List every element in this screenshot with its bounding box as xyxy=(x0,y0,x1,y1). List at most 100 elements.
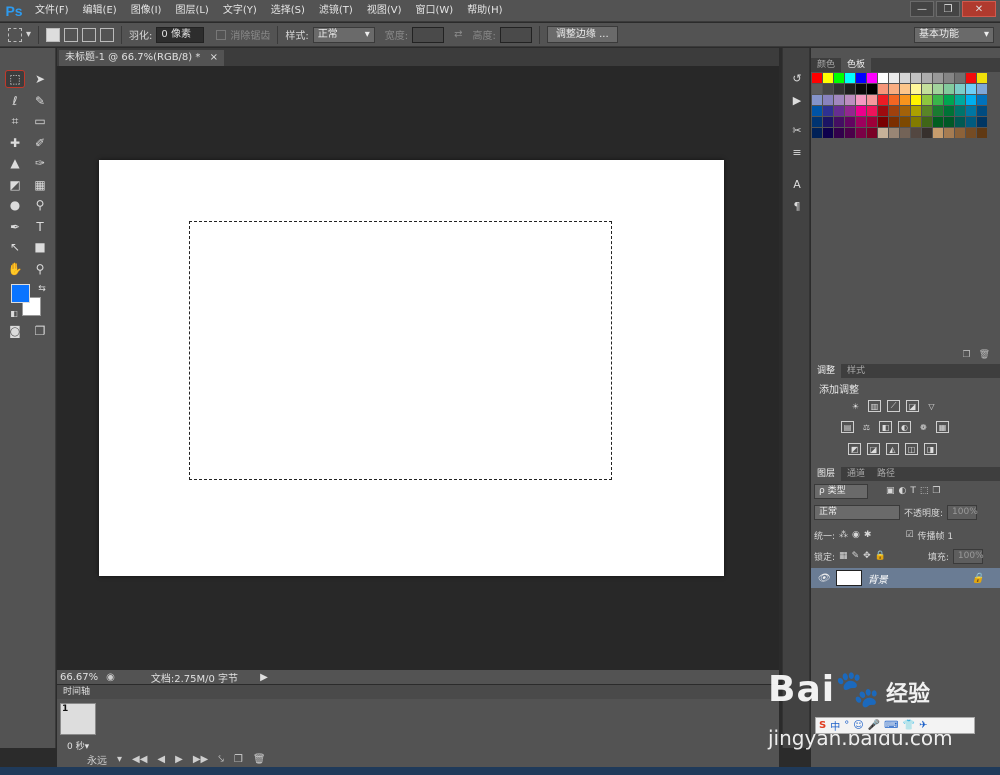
character-icon[interactable]: A xyxy=(787,176,807,192)
color-swatch[interactable] xyxy=(900,95,910,105)
menu-view[interactable]: 视图(V) xyxy=(360,0,409,22)
color-swatch[interactable] xyxy=(856,84,866,94)
color-swatch[interactable] xyxy=(900,106,910,116)
color-swatch[interactable] xyxy=(944,128,954,138)
propagate-checkbox[interactable]: ☑ xyxy=(905,530,913,540)
filter-pixel-icon[interactable]: ▣ xyxy=(886,486,895,496)
color-swatch[interactable] xyxy=(911,73,921,83)
color-swatch[interactable] xyxy=(900,84,910,94)
color-swatch[interactable] xyxy=(966,128,976,138)
color-swatch[interactable] xyxy=(812,117,822,127)
photo-filter-icon[interactable]: ◐ xyxy=(898,421,911,433)
canvas-area[interactable] xyxy=(57,66,779,670)
ime-mic-icon[interactable]: 🎤 xyxy=(868,720,880,731)
gradient-tool-icon[interactable]: ▦ xyxy=(30,176,50,194)
screen-mode-icon[interactable]: ❐ xyxy=(30,322,50,340)
lock-transparent-icon[interactable]: ▦ xyxy=(839,551,848,561)
color-swatch[interactable] xyxy=(977,128,987,138)
type-tool-icon[interactable]: T xyxy=(30,218,50,236)
swap-dimensions-icon[interactable]: ⇄ xyxy=(454,29,462,40)
exposure-icon[interactable]: ◪ xyxy=(906,400,919,412)
menu-image[interactable]: 图像(I) xyxy=(124,0,169,22)
ime-settings-icon[interactable]: ✈ xyxy=(919,720,927,731)
color-swatch[interactable] xyxy=(823,84,833,94)
color-swatch[interactable] xyxy=(911,128,921,138)
next-frame-icon[interactable]: ▶▶ xyxy=(193,754,208,765)
color-swatch[interactable] xyxy=(834,73,844,83)
tab-paths[interactable]: 路径 xyxy=(871,467,901,481)
close-tab-icon[interactable]: × xyxy=(210,52,218,63)
color-swatch[interactable] xyxy=(977,73,987,83)
color-swatch[interactable] xyxy=(812,128,822,138)
color-swatch[interactable] xyxy=(834,84,844,94)
unify-visibility-icon[interactable]: ◉ xyxy=(852,530,860,540)
color-swatch[interactable] xyxy=(944,95,954,105)
color-swatch[interactable] xyxy=(966,84,976,94)
menu-select[interactable]: 选择(S) xyxy=(264,0,312,22)
color-swatch[interactable] xyxy=(955,106,965,116)
color-swatch[interactable] xyxy=(944,84,954,94)
opacity-input[interactable]: 100% xyxy=(947,504,978,520)
color-swatch[interactable] xyxy=(944,117,954,127)
color-swatch[interactable] xyxy=(845,73,855,83)
tab-channels[interactable]: 通道 xyxy=(841,467,871,481)
color-swatch[interactable] xyxy=(900,117,910,127)
swap-colors-icon[interactable]: ⇆ xyxy=(32,280,52,298)
color-swatch[interactable] xyxy=(955,128,965,138)
status-menu-icon[interactable]: ◉ xyxy=(106,672,115,683)
rectangular-marquee-tool-icon[interactable]: ⬚ xyxy=(5,70,25,88)
color-swatch[interactable] xyxy=(955,73,965,83)
delete-swatch-icon[interactable]: 🗑 xyxy=(979,350,990,362)
color-swatch[interactable] xyxy=(867,117,877,127)
color-swatch[interactable] xyxy=(856,73,866,83)
unify-position-icon[interactable]: ⁂ xyxy=(839,530,848,540)
new-swatch-icon[interactable]: ❐ xyxy=(962,350,970,362)
menu-filter[interactable]: 滤镜(T) xyxy=(312,0,360,22)
dodge-tool-icon[interactable]: ⚲ xyxy=(30,196,50,214)
color-swatch[interactable] xyxy=(845,117,855,127)
tab-color[interactable]: 颜色 xyxy=(811,58,841,72)
color-swatch[interactable] xyxy=(856,117,866,127)
color-swatch[interactable] xyxy=(933,128,943,138)
color-lookup-icon[interactable]: ▦ xyxy=(936,421,949,433)
color-swatch[interactable] xyxy=(922,73,932,83)
intersect-selection-icon[interactable] xyxy=(100,27,115,42)
blend-mode-select[interactable]: 正常 xyxy=(814,504,900,520)
filter-type-icon[interactable]: T xyxy=(910,486,916,496)
invert-icon[interactable]: ◩ xyxy=(848,443,861,455)
quick-mask-icon[interactable]: ◙ xyxy=(5,322,25,340)
color-swatch[interactable] xyxy=(878,84,888,94)
color-swatch[interactable] xyxy=(878,106,888,116)
foreground-color-swatch[interactable] xyxy=(11,284,30,303)
brightness-icon[interactable]: ☀ xyxy=(849,400,862,412)
posterize-icon[interactable]: ◪ xyxy=(867,443,880,455)
color-swatch[interactable] xyxy=(944,106,954,116)
tab-styles[interactable]: 样式 xyxy=(841,364,871,378)
path-selection-tool-icon[interactable]: ↖ xyxy=(5,238,25,256)
selective-color-icon[interactable]: ◫ xyxy=(905,443,918,455)
color-swatch[interactable] xyxy=(977,95,987,105)
eye-icon[interactable]: 👁 xyxy=(817,573,830,584)
crop-tool-icon[interactable]: ⌗ xyxy=(5,112,25,130)
ime-logo-icon[interactable]: S xyxy=(819,720,826,731)
zoom-tool-icon[interactable]: ⚲ xyxy=(30,260,50,278)
subtract-selection-icon[interactable] xyxy=(82,27,97,42)
color-swatch[interactable] xyxy=(911,84,921,94)
color-swatch[interactable] xyxy=(889,117,899,127)
color-swatch[interactable] xyxy=(878,73,888,83)
first-frame-icon[interactable]: ◀◀ xyxy=(132,754,147,765)
feather-input[interactable]: 0 像素 xyxy=(156,26,205,43)
kind-filter-select[interactable]: ρ 类型 xyxy=(814,483,868,499)
brush-tool-icon[interactable]: ✐ xyxy=(30,134,50,152)
levels-icon[interactable]: ▥ xyxy=(868,400,881,412)
menu-help[interactable]: 帮助(H) xyxy=(460,0,509,22)
color-swatch[interactable] xyxy=(856,128,866,138)
ime-mode-icon[interactable]: 中 xyxy=(830,718,840,733)
color-swatch[interactable] xyxy=(889,73,899,83)
unify-style-icon[interactable]: ✱ xyxy=(864,530,872,540)
color-swatch[interactable] xyxy=(900,128,910,138)
menu-type[interactable]: 文字(Y) xyxy=(216,0,264,22)
color-swatch[interactable] xyxy=(812,84,822,94)
zoom-level[interactable]: 66.67% xyxy=(60,672,98,683)
color-swatch[interactable] xyxy=(867,73,877,83)
